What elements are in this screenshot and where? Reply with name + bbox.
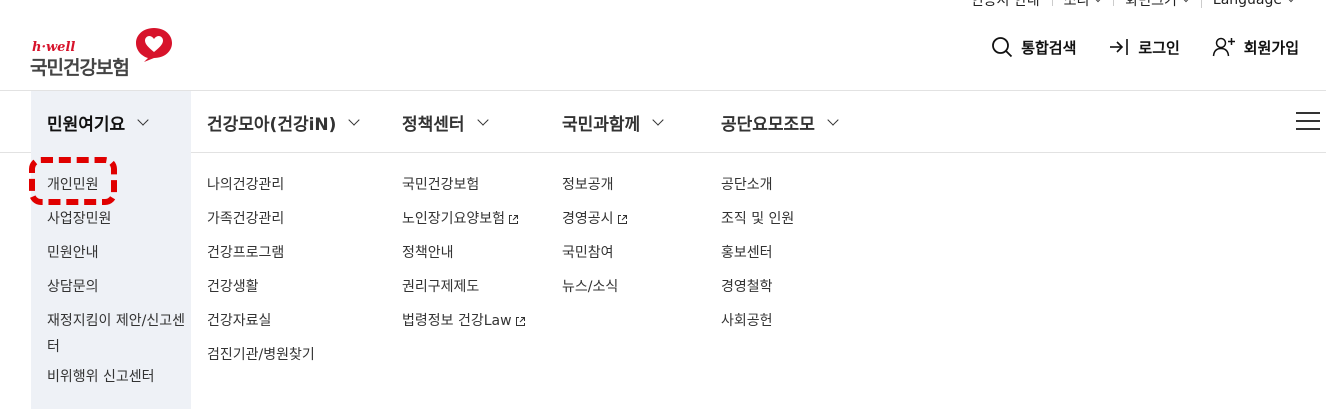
submenu-item[interactable]: 정보공개 [562,172,702,206]
submenu-item[interactable]: 건강자료실 [207,308,387,342]
submenu-label: 국민참여 [562,245,614,261]
submenu-health-in: 나의건강관리 가족건강관리 건강프로그램 건강생활 건강자료실 검진기관/병원찾… [207,172,387,376]
chevron-down-icon [476,113,489,126]
submenu-policy-center: 국민건강보험 노인장기요양보험 정책안내 권리구제제도 법령정보 건강Law [402,172,552,342]
signup-button[interactable]: 회원가입 [1212,36,1299,58]
tab-label: 공단요모조모 [721,114,815,135]
chevron-down-icon [827,113,839,126]
header-actions: 통합검색 로그인 회원가입 [991,36,1299,58]
hamburger-menu-icon[interactable] [1296,111,1320,131]
submenu-civil-service: 개인민원 사업장민원 민원안내 상담문의 재정지킴이 제안/신고센터 비위행위 … [47,172,187,398]
submenu-item[interactable]: 노인장기요양보험 [402,206,552,240]
submenu-label: 뉴스/소식 [562,279,619,295]
external-link-icon [617,215,627,224]
submenu-item[interactable]: 민원안내 [47,240,187,274]
tab-label: 국민과함께 [562,114,641,135]
submenu-item[interactable]: 상담문의 [47,274,187,308]
utility-language-dropdown[interactable]: Language [1200,0,1306,8]
submenu-item[interactable]: 권리구제제도 [402,274,552,308]
login-label: 로그인 [1138,38,1180,57]
utility-label: 인증서 안내 [970,0,1040,9]
utility-certificate-link[interactable]: 인증서 안내 [959,0,1052,10]
chevron-down-icon [348,113,361,126]
submenu-item[interactable]: 홍보센터 [721,240,861,274]
submenu-item[interactable]: 경영공시 [562,206,702,240]
submenu-item[interactable]: 경영철학 [721,274,861,308]
submenu-label: 권리구제제도 [402,279,480,295]
utility-sound-dropdown[interactable]: 소리 [1051,0,1114,10]
submenu-label: 국민건강보험 [402,177,480,193]
chevron-down-icon [1286,0,1296,3]
tab-with-citizens[interactable]: 국민과함께 [562,91,664,153]
logo-name: 국민건강보험 [30,57,130,79]
tab-civil-service[interactable]: 민원여기요 [31,91,191,153]
tab-policy-center[interactable]: 정책센터 [402,91,489,153]
add-user-icon [1212,37,1235,57]
login-button[interactable]: 로그인 [1108,36,1180,58]
external-link-icon [515,317,525,326]
submenu-item[interactable]: 공단소개 [721,172,861,206]
chevron-down-icon [137,113,149,126]
submenu-item[interactable]: 재정지킴이 제안/신고센터 [47,308,187,364]
chevron-down-icon [1094,0,1103,3]
highlight-annotation [29,157,117,205]
submenu-item[interactable]: 사업장민원 [47,206,187,240]
submenu-item[interactable]: 건강생활 [207,274,387,308]
external-link-icon [509,215,519,224]
submenu-item[interactable]: 가족건강관리 [207,206,387,240]
site-logo[interactable]: h·well 국민건강보험 [30,26,180,79]
tab-label: 민원여기요 [47,114,126,135]
submenu-item[interactable]: 비위행위 신고센터 [47,364,187,398]
logo-heart-icon [136,28,172,62]
signup-label: 회원가입 [1243,38,1299,57]
submenu-item[interactable]: 법령정보 건강Law [402,308,552,342]
submenu-item[interactable]: 조직 및 인원 [721,206,861,240]
search-button[interactable]: 통합검색 [991,36,1076,58]
submenu-item[interactable]: 국민참여 [562,240,702,274]
utility-screen-size-dropdown[interactable]: 화면크기 [1113,0,1201,10]
submenu-item[interactable]: 뉴스/소식 [562,274,702,308]
submenu-item[interactable]: 정책안내 [402,240,552,274]
submenu-item[interactable]: 국민건강보험 [402,172,552,206]
search-label: 통합검색 [1021,38,1077,57]
tab-health-in[interactable]: 건강모아(건강iN) [207,91,361,153]
submenu-label: 정책안내 [402,245,454,261]
tab-about-nhis[interactable]: 공단요모조모 [721,91,839,153]
submenu-with-citizens: 정보공개 경영공시 국민참여 뉴스/소식 [562,172,702,308]
submenu-label: 정보공개 [562,177,614,193]
submenu-label: 법령정보 건강Law [402,313,512,329]
utility-label: Language [1212,0,1282,8]
global-nav: 민원여기요 건강모아(건강iN) 정책센터 국민과함께 공단요모조모 [0,90,1326,153]
utility-label: 화면크기 [1125,0,1177,9]
utility-bar: 인증서 안내 소리 화면크기 Language [959,0,1306,10]
submenu-item[interactable]: 건강프로그램 [207,240,387,274]
tab-label: 건강모아(건강iN) [207,114,337,135]
chevron-down-icon [1181,0,1191,3]
submenu-label: 경영공시 [562,211,614,227]
submenu-item[interactable]: 검진기관/병원찾기 [207,342,387,376]
submenu-about-nhis: 공단소개 조직 및 인원 홍보센터 경영철학 사회공헌 [721,172,861,342]
chevron-down-icon [652,113,664,126]
submenu-item[interactable]: 나의건강관리 [207,172,387,206]
utility-label: 소리 [1063,0,1090,9]
tab-label: 정책센터 [402,114,465,135]
submenu-item[interactable]: 사회공헌 [721,308,861,342]
search-icon [992,37,1013,58]
login-icon [1110,39,1129,55]
submenu-label: 노인장기요양보험 [402,211,506,227]
